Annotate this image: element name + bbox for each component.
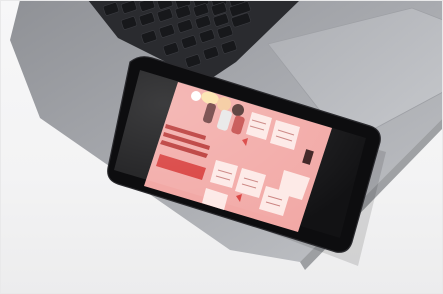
scene-illustration xyxy=(10,0,443,270)
photo-scene xyxy=(0,0,443,294)
